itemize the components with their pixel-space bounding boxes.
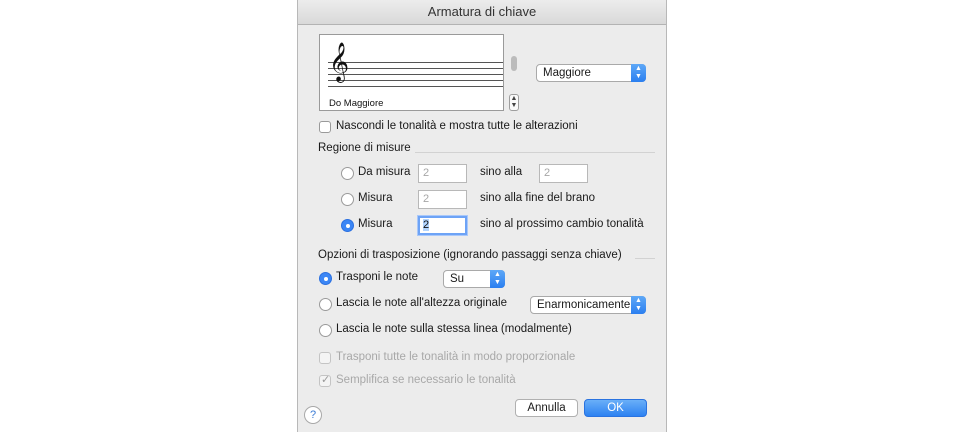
until-label: sino alla	[480, 166, 523, 178]
up-down-arrows-icon: ▲ ▼	[631, 64, 646, 82]
staff-line	[328, 80, 503, 81]
hide-keys-checkbox[interactable]	[319, 121, 331, 133]
proportional-checkbox[interactable]	[319, 352, 331, 364]
radio-same-line[interactable]	[319, 324, 332, 337]
enharmonic-popup[interactable]: Enarmonicamente ▲ ▼	[530, 296, 646, 314]
from-measure-field[interactable]: 2	[418, 164, 467, 183]
preview-scroll-thumb[interactable]	[511, 56, 517, 71]
radio-measure-to-end[interactable]	[341, 193, 354, 206]
simplify-label: Semplifica se necessario le tonalità	[336, 374, 516, 386]
mode-popup[interactable]: Maggiore ▲ ▼	[536, 64, 646, 82]
to-measure-field[interactable]: 2	[539, 164, 588, 183]
direction-popup-value: Su	[450, 273, 465, 285]
ok-button[interactable]: OK	[584, 399, 647, 417]
cancel-button[interactable]: Annulla	[515, 399, 578, 417]
treble-clef-icon: 𝄞	[329, 42, 350, 82]
enharmonic-popup-value: Enarmonicamente	[537, 299, 631, 311]
measure-to-end-label: Misura	[358, 192, 393, 204]
help-button[interactable]: ?	[304, 406, 322, 424]
staff-line	[328, 68, 503, 69]
direction-popup[interactable]: Su ▲ ▼	[443, 270, 505, 288]
chevron-down-icon[interactable]: ▼	[511, 102, 518, 109]
same-line-label: Lascia le note sulla stessa linea (modal…	[336, 323, 572, 335]
window-title: Armatura di chiave	[298, 0, 666, 25]
staff-line	[328, 74, 503, 75]
hide-keys-label: Nascondi le tonalità e mostra tutte le a…	[336, 120, 578, 132]
radio-measure-to-next-change[interactable]	[341, 219, 354, 232]
key-signature-dialog: Armatura di chiave 𝄞 Do Maggiore ▲ ▼ Mag…	[297, 0, 667, 432]
key-preview: 𝄞 Do Maggiore	[319, 34, 504, 111]
radio-from-measure[interactable]	[341, 167, 354, 180]
measure-to-next-label: Misura	[358, 218, 393, 230]
divider	[415, 152, 655, 153]
selected-text: 2	[423, 219, 430, 231]
proportional-label: Trasponi tutte le tonalità in modo propo…	[336, 351, 576, 363]
key-stepper[interactable]: ▲ ▼	[509, 94, 519, 111]
to-end-text: sino alla fine del brano	[480, 192, 596, 204]
chevron-up-icon[interactable]: ▲	[511, 95, 518, 102]
measure-to-next-field[interactable]: 2	[418, 216, 467, 235]
radio-keep-pitch[interactable]	[319, 298, 332, 311]
measure-to-end-field[interactable]: 2	[418, 190, 467, 209]
measure-region-title: Regione di misure	[318, 142, 411, 154]
radio-transpose-notes[interactable]	[319, 272, 332, 285]
to-next-change-text: sino al prossimo cambio tonalità	[480, 218, 644, 230]
simplify-checkbox[interactable]: ✓	[319, 374, 331, 387]
transposition-title: Opzioni di trasposizione (ignorando pass…	[318, 249, 622, 261]
checkmark-icon: ✓	[321, 374, 331, 386]
divider	[635, 258, 655, 259]
staff-line	[328, 86, 503, 87]
transpose-notes-label: Trasponi le note	[336, 271, 419, 283]
up-down-arrows-icon: ▲ ▼	[490, 270, 505, 288]
from-measure-label: Da misura	[358, 166, 411, 178]
staff-line	[328, 62, 503, 63]
key-name: Do Maggiore	[329, 98, 384, 109]
mode-popup-value: Maggiore	[543, 67, 591, 79]
up-down-arrows-icon: ▲ ▼	[631, 296, 646, 314]
keep-pitch-label: Lascia le note all'altezza originale	[336, 297, 507, 309]
